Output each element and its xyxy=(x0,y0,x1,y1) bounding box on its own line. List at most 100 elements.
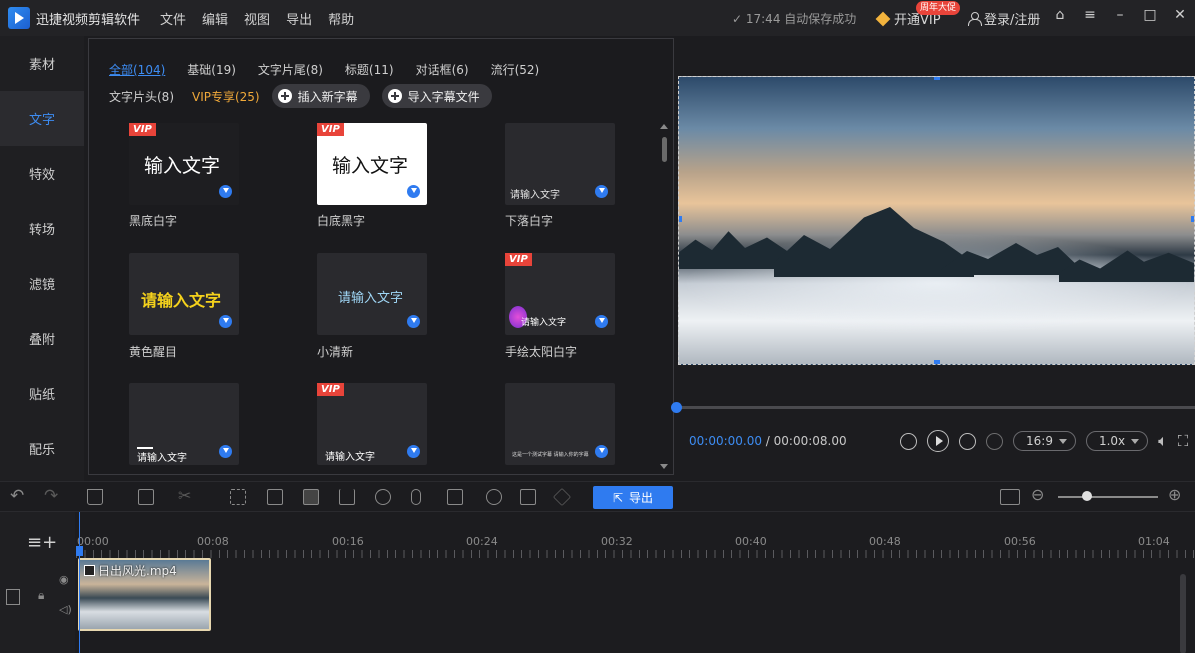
nav-materials[interactable]: 素材 xyxy=(0,36,84,91)
download-icon[interactable] xyxy=(407,315,420,328)
category-vip[interactable]: VIP专享(25) xyxy=(192,88,260,105)
category-ending[interactable]: 文字片尾(8) xyxy=(258,61,323,78)
caption-card[interactable]: VIP 输入文字 xyxy=(129,123,239,205)
copy-icon[interactable] xyxy=(520,489,536,505)
microphone-icon[interactable] xyxy=(411,489,421,505)
nav-effects[interactable]: 特效 xyxy=(0,146,84,201)
eye-icon[interactable]: ◉ xyxy=(59,573,69,586)
caption-card[interactable]: 请输入文字 xyxy=(129,383,239,465)
category-basic[interactable]: 基础(19) xyxy=(187,61,236,78)
resize-handle[interactable] xyxy=(679,216,682,222)
category-opening[interactable]: 文字片头(8) xyxy=(109,88,174,105)
download-icon[interactable] xyxy=(595,445,608,458)
download-icon[interactable] xyxy=(595,315,608,328)
undo-icon[interactable]: ↶ xyxy=(10,486,24,506)
category-popular[interactable]: 流行(52) xyxy=(491,61,540,78)
zoom-slider[interactable] xyxy=(1058,496,1158,498)
menu-view[interactable]: 视图 xyxy=(244,9,270,28)
seek-bar[interactable] xyxy=(678,406,1195,409)
lock-icon[interactable]: 🔒︎ xyxy=(38,588,44,603)
menu-help[interactable]: 帮助 xyxy=(328,9,354,28)
caption-card[interactable]: 这是一个测试字幕 请输入你的字幕 xyxy=(505,383,615,465)
maximize-icon[interactable]: □ xyxy=(1143,8,1157,22)
download-icon[interactable] xyxy=(407,185,420,198)
download-icon[interactable] xyxy=(595,185,608,198)
resize-handle[interactable] xyxy=(934,360,940,364)
download-icon[interactable] xyxy=(219,185,232,198)
nav-text[interactable]: 文字 xyxy=(0,91,84,146)
zoom-in-icon[interactable]: ⊕ xyxy=(1168,485,1181,504)
resize-handle[interactable] xyxy=(1191,216,1194,222)
delete-icon[interactable] xyxy=(87,489,103,505)
zoom-slider-handle[interactable] xyxy=(1082,491,1092,501)
export-button[interactable]: ⇱ 导出 xyxy=(593,486,673,509)
playhead[interactable] xyxy=(79,512,80,653)
zoom-out-icon[interactable]: ⊖ xyxy=(1031,485,1044,504)
crop-icon[interactable] xyxy=(230,489,246,505)
caption-card[interactable]: VIP 请输入文字 xyxy=(505,253,615,335)
download-icon[interactable] xyxy=(407,445,420,458)
menu-export[interactable]: 导出 xyxy=(286,9,312,28)
card-preview-text: 输入文字 xyxy=(144,155,221,177)
clock-icon[interactable] xyxy=(375,489,391,505)
prev-frame-icon[interactable] xyxy=(900,432,917,450)
timeline-scrollbar[interactable] xyxy=(1180,574,1186,653)
text-to-speech-icon[interactable] xyxy=(447,489,463,505)
volume-icon[interactable]: ◁) xyxy=(59,603,72,616)
scroll-down-icon[interactable] xyxy=(660,464,668,469)
video-preview[interactable] xyxy=(678,76,1195,365)
import-caption-button[interactable]: 导入字幕文件 xyxy=(381,84,492,108)
add-track-icon[interactable]: ≡+ xyxy=(27,532,57,553)
menu-edit[interactable]: 编辑 xyxy=(202,9,228,28)
insert-caption-button[interactable]: 插入新字幕 xyxy=(271,84,370,108)
home-icon[interactable]: ⌂ xyxy=(1053,8,1067,22)
resize-icon[interactable] xyxy=(267,489,283,505)
download-icon[interactable] xyxy=(219,315,232,328)
fit-timeline-icon[interactable] xyxy=(1000,489,1020,505)
promo-badge: 周年大促 xyxy=(916,1,961,15)
panel-scrollbar[interactable] xyxy=(659,121,669,471)
caption-card[interactable]: 请输入文字 xyxy=(505,123,615,205)
redo-icon[interactable]: ↷ xyxy=(44,486,58,506)
mosaic-icon[interactable] xyxy=(303,489,319,505)
login-button[interactable]: 登录/注册 xyxy=(968,9,1040,28)
speed-select[interactable]: 1.0x xyxy=(1085,431,1149,451)
caption-card[interactable]: VIP 输入文字 xyxy=(317,123,427,205)
scroll-thumb[interactable] xyxy=(662,137,667,162)
minimize-icon[interactable]: – xyxy=(1113,8,1127,22)
voice-change-icon[interactable] xyxy=(486,489,502,505)
play-button[interactable] xyxy=(927,430,949,452)
time-ruler[interactable]: 00:00 00:08 00:16 00:24 00:32 00:40 00:4… xyxy=(76,512,1195,558)
scroll-up-icon[interactable] xyxy=(660,124,668,129)
nav-music[interactable]: 配乐 xyxy=(0,421,84,476)
nav-filters[interactable]: 滤镜 xyxy=(0,256,84,311)
cut-icon[interactable]: ✂ xyxy=(178,486,191,505)
aspect-ratio-select[interactable]: 16:9 xyxy=(1013,431,1076,451)
volume-icon[interactable]: 🔈︎ xyxy=(1158,431,1168,451)
video-clip[interactable]: 日出风光.mp4 xyxy=(78,558,211,631)
menu-icon[interactable]: ≡ xyxy=(1083,8,1097,22)
playhead-handle[interactable] xyxy=(76,546,83,556)
keyframe-icon[interactable] xyxy=(552,487,572,507)
nav-transitions[interactable]: 转场 xyxy=(0,201,84,256)
resize-handle[interactable] xyxy=(934,77,940,80)
download-icon[interactable] xyxy=(219,445,232,458)
edit-icon[interactable] xyxy=(138,489,154,505)
audio-levels-icon[interactable] xyxy=(339,489,355,505)
next-frame-icon[interactable] xyxy=(959,432,976,450)
category-dialog[interactable]: 对话框(6) xyxy=(416,61,469,78)
export-label: 导出 xyxy=(629,491,654,505)
card-label: 小清新 xyxy=(317,345,354,359)
caption-card[interactable]: 请输入文字 xyxy=(317,253,427,335)
seek-handle[interactable] xyxy=(671,402,682,413)
close-icon[interactable]: ✕ xyxy=(1173,8,1187,22)
category-title[interactable]: 标题(11) xyxy=(345,61,394,78)
nav-overlay[interactable]: 叠附 xyxy=(0,311,84,366)
menu-file[interactable]: 文件 xyxy=(160,9,186,28)
stop-icon[interactable] xyxy=(986,432,1003,450)
fullscreen-icon[interactable]: ⛶ xyxy=(1178,432,1189,450)
caption-card[interactable]: 请输入文字 xyxy=(129,253,239,335)
caption-card[interactable]: VIP 请输入文字 xyxy=(317,383,427,465)
category-all[interactable]: 全部(104) xyxy=(109,61,165,78)
nav-stickers[interactable]: 贴纸 xyxy=(0,366,84,421)
